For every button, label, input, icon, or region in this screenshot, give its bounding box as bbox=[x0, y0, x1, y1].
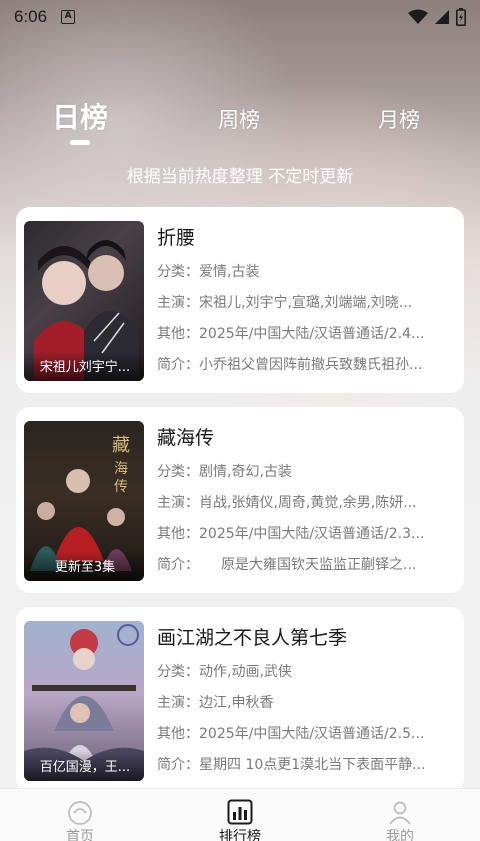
nav-home-label: 首页 bbox=[66, 829, 94, 841]
cast-label: 主演： bbox=[157, 495, 199, 511]
item-other: 其他：2025年/中国大陆/汉语普通话/2.4... bbox=[157, 323, 457, 343]
wifi-icon bbox=[408, 9, 428, 24]
list-item[interactable]: 藏 海 传 更新至3集 藏海传 分类：剧情,奇幻,古装 主演：肖战,张婧仪,周奇… bbox=[16, 407, 464, 593]
other-value: 2025年/中国大陆/汉语普通话/2.3... bbox=[199, 526, 425, 542]
cast-label: 主演： bbox=[157, 295, 199, 311]
svg-text:藏: 藏 bbox=[112, 435, 130, 456]
intro-label: 简介： bbox=[157, 357, 199, 373]
ranking-icon bbox=[227, 799, 253, 825]
item-cast: 主演：肖战,张婧仪,周奇,黄觉,余男,陈妍... bbox=[157, 492, 457, 512]
poster-image[interactable]: 宋祖儿刘宇宁... bbox=[24, 221, 144, 381]
svg-text:传: 传 bbox=[114, 479, 128, 495]
poster-image[interactable]: 藏 海 传 更新至3集 bbox=[24, 421, 144, 581]
item-intro: 简介： 原是大雍国钦天监监正蒯铎之... bbox=[157, 554, 457, 574]
other-label: 其他： bbox=[157, 726, 199, 742]
ranking-subtitle: 根据当前热度整理 不定时更新 bbox=[126, 167, 354, 187]
poster-caption: 百亿国漫，王... bbox=[24, 751, 144, 781]
status-right bbox=[408, 8, 466, 26]
list-item[interactable]: 宋祖儿刘宇宁... 折腰 分类：爱情,古装 主演：宋祖儿,刘宇宁,宣璐,刘端端,… bbox=[16, 207, 464, 393]
battery-icon bbox=[456, 8, 466, 26]
svg-text:海: 海 bbox=[114, 461, 128, 477]
other-label: 其他： bbox=[157, 326, 199, 342]
cast-label: 主演： bbox=[157, 695, 199, 711]
poster-caption: 宋祖儿刘宇宁... bbox=[24, 351, 144, 381]
item-category: 分类：剧情,奇幻,古装 bbox=[157, 461, 457, 481]
intro-value: 小乔祖父曾因阵前撤兵致魏氏祖孙... bbox=[199, 357, 423, 373]
cast-value: 宋祖儿,刘宇宁,宣璐,刘端端,刘晓... bbox=[199, 295, 413, 311]
item-cast: 主演：边江,申秋香 bbox=[157, 692, 457, 712]
tab-monthly[interactable]: 月榜 bbox=[378, 104, 420, 134]
category-value: 剧情,奇幻,古装 bbox=[199, 464, 292, 480]
poster-caption: 更新至3集 bbox=[24, 551, 144, 581]
category-label: 分类： bbox=[157, 264, 199, 280]
cast-value: 肖战,张婧仪,周奇,黄觉,余男,陈妍... bbox=[199, 495, 417, 511]
ranking-tabs: 日榜 周榜 月榜 bbox=[0, 96, 480, 156]
intro-value: 星期四 10点更1漠北当下表面平静... bbox=[199, 757, 426, 773]
other-label: 其他： bbox=[157, 526, 199, 542]
item-category: 分类：爱情,古装 bbox=[157, 261, 457, 281]
signal-icon bbox=[435, 10, 449, 24]
poster-image[interactable]: 百亿国漫，王... bbox=[24, 621, 144, 781]
category-label: 分类： bbox=[157, 464, 199, 480]
status-bar: 6:06 A bbox=[0, 0, 480, 34]
home-icon bbox=[68, 801, 92, 825]
nav-profile-label: 我的 bbox=[386, 829, 414, 841]
other-value: 2025年/中国大陆/汉语普通话/2.5... bbox=[199, 726, 425, 742]
other-value: 2025年/中国大陆/汉语普通话/2.4... bbox=[199, 326, 425, 342]
item-intro: 简介：小乔祖父曾因阵前撤兵致魏氏祖孙... bbox=[157, 354, 457, 374]
list-item[interactable]: 百亿国漫，王... 画江湖之不良人第七季 分类：动作,动画,武侠 主演：边江,申… bbox=[16, 607, 464, 793]
category-value: 爱情,古装 bbox=[199, 264, 260, 280]
nav-ranking-label: 排行榜 bbox=[219, 829, 261, 841]
category-label: 分类： bbox=[157, 664, 199, 680]
intro-label: 简介： bbox=[157, 557, 199, 573]
item-title[interactable]: 折腰 bbox=[157, 223, 195, 250]
item-intro: 简介：星期四 10点更1漠北当下表面平静... bbox=[157, 754, 457, 774]
status-time: 6:06 bbox=[14, 7, 48, 26]
tab-daily[interactable]: 日榜 bbox=[52, 96, 108, 136]
tab-active-indicator bbox=[70, 140, 90, 145]
item-title[interactable]: 藏海传 bbox=[157, 423, 214, 450]
notification-icon: A bbox=[61, 10, 76, 24]
tab-weekly[interactable]: 周榜 bbox=[218, 104, 260, 134]
item-title[interactable]: 画江湖之不良人第七季 bbox=[157, 623, 347, 650]
item-cast: 主演：宋祖儿,刘宇宁,宣璐,刘端端,刘晓... bbox=[157, 292, 457, 312]
profile-icon bbox=[389, 801, 411, 825]
bottom-nav: 首页 排行榜 我的 bbox=[0, 788, 480, 841]
category-value: 动作,动画,武侠 bbox=[199, 664, 292, 680]
intro-label: 简介： bbox=[157, 757, 199, 773]
intro-value: 原是大雍国钦天监监正蒯铎之... bbox=[221, 557, 417, 573]
cast-value: 边江,申秋香 bbox=[199, 695, 274, 711]
item-other: 其他：2025年/中国大陆/汉语普通话/2.5... bbox=[157, 723, 457, 743]
item-category: 分类：动作,动画,武侠 bbox=[157, 661, 457, 681]
item-other: 其他：2025年/中国大陆/汉语普通话/2.3... bbox=[157, 523, 457, 543]
